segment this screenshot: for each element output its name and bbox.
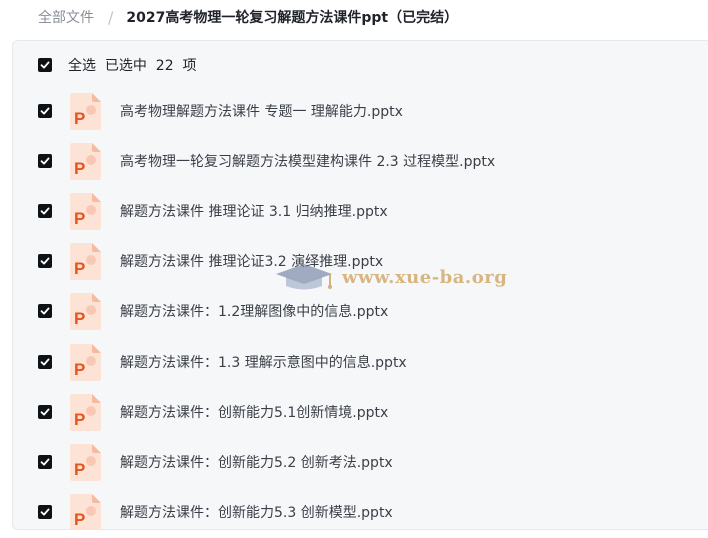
- pptx-file-icon: P: [70, 143, 101, 181]
- file-name[interactable]: 解题方法课件：1.2理解图像中的信息.pptx: [120, 301, 388, 321]
- select-all-bar: 全选 已选中 22 项: [13, 41, 708, 89]
- pptx-file-icon: P: [70, 93, 101, 130]
- file-row[interactable]: P 解题方法课件：1.3 理解示意图中的信息.pptx: [13, 337, 708, 387]
- svg-text:P: P: [74, 460, 85, 479]
- pptx-file-icon: P: [70, 443, 101, 481]
- pptx-file-icon: P: [70, 393, 101, 431]
- checkmark-icon: [40, 408, 50, 416]
- file-row[interactable]: P 解题方法课件：创新能力5.2 创新考法.pptx: [13, 437, 708, 487]
- file-checkbox[interactable]: [38, 354, 52, 369]
- file-name[interactable]: 解题方法课件 推理论证 3.1 归纳推理.pptx: [120, 201, 388, 221]
- file-name[interactable]: 解题方法课件：创新能力5.1创新情境.pptx: [120, 402, 388, 422]
- pptx-file-icon: P: [70, 243, 101, 281]
- pptx-file-icon: P: [70, 193, 101, 231]
- file-checkbox[interactable]: [38, 454, 52, 469]
- checkmark-icon: [40, 508, 50, 516]
- file-checkbox[interactable]: [38, 254, 52, 269]
- svg-text:P: P: [74, 159, 85, 178]
- svg-text:P: P: [74, 360, 85, 379]
- file-row[interactable]: P 解题方法课件：1.2理解图像中的信息.pptx: [13, 286, 708, 336]
- checkmark-icon: [40, 61, 50, 69]
- file-checkbox[interactable]: [38, 304, 52, 319]
- checkmark-icon: [40, 458, 50, 466]
- breadcrumb: 全部文件 / 2027高考物理一轮复习解题方法课件ppt（已完结）: [0, 0, 708, 34]
- svg-text:P: P: [74, 259, 85, 278]
- pptx-file-icon: P: [70, 493, 101, 529]
- breadcrumb-root-link[interactable]: 全部文件: [38, 7, 94, 27]
- svg-text:P: P: [74, 209, 85, 228]
- checkmark-icon: [40, 107, 50, 115]
- svg-text:P: P: [74, 109, 85, 128]
- breadcrumb-separator: /: [108, 7, 114, 27]
- pptx-file-icon: P: [70, 293, 101, 331]
- file-name[interactable]: 解题方法课件 推理论证3.2 演绎推理.pptx: [120, 251, 383, 271]
- file-row[interactable]: P 解题方法课件：创新能力5.1创新情境.pptx: [13, 387, 708, 437]
- checkmark-icon: [40, 358, 50, 365]
- svg-text:P: P: [74, 510, 85, 529]
- file-row[interactable]: P 解题方法课件 推理论证 3.1 归纳推理.pptx: [13, 186, 708, 236]
- file-list-panel: 全选 已选中 22 项 P 高考物理解题方法课件 专题一 理解能力.pptx P 高考…: [12, 40, 708, 530]
- file-checkbox[interactable]: [38, 204, 52, 219]
- checkmark-icon: [40, 207, 50, 215]
- svg-text:P: P: [74, 410, 85, 429]
- file-name[interactable]: 高考物理解题方法课件 专题一 理解能力.pptx: [120, 101, 403, 121]
- file-row[interactable]: P 高考物理解题方法课件 专题一 理解能力.pptx: [13, 86, 708, 136]
- checkmark-icon: [40, 257, 50, 265]
- svg-text:P: P: [74, 309, 85, 328]
- file-row[interactable]: P 解题方法课件：创新能力5.3 创新模型.pptx: [13, 487, 708, 529]
- file-checkbox[interactable]: [38, 154, 52, 169]
- breadcrumb-current-folder: 2027高考物理一轮复习解题方法课件ppt（已完结）: [126, 10, 459, 26]
- file-checkbox[interactable]: [38, 404, 52, 419]
- file-row[interactable]: P 高考物理一轮复习解题方法模型建构课件 2.3 过程模型.pptx: [13, 136, 708, 186]
- checkmark-icon: [40, 157, 50, 165]
- file-checkbox[interactable]: [38, 104, 52, 118]
- file-checkbox[interactable]: [38, 504, 52, 519]
- selection-count-label: 全选 已选中 22 项: [68, 58, 197, 74]
- file-name[interactable]: 解题方法课件：1.3 理解示意图中的信息.pptx: [120, 352, 407, 372]
- file-browser: 全部文件 / 2027高考物理一轮复习解题方法课件ppt（已完结） 全选 已选中…: [0, 0, 708, 538]
- pptx-file-icon: P: [70, 343, 101, 381]
- file-name[interactable]: 解题方法课件：创新能力5.3 创新模型.pptx: [120, 502, 393, 522]
- file-name[interactable]: 高考物理一轮复习解题方法模型建构课件 2.3 过程模型.pptx: [120, 151, 495, 171]
- select-all-checkbox[interactable]: [38, 58, 52, 72]
- checkmark-icon: [40, 307, 50, 315]
- file-row[interactable]: P 解题方法课件 推理论证3.2 演绎推理.pptx: [13, 236, 708, 286]
- file-name[interactable]: 解题方法课件：创新能力5.2 创新考法.pptx: [120, 452, 393, 472]
